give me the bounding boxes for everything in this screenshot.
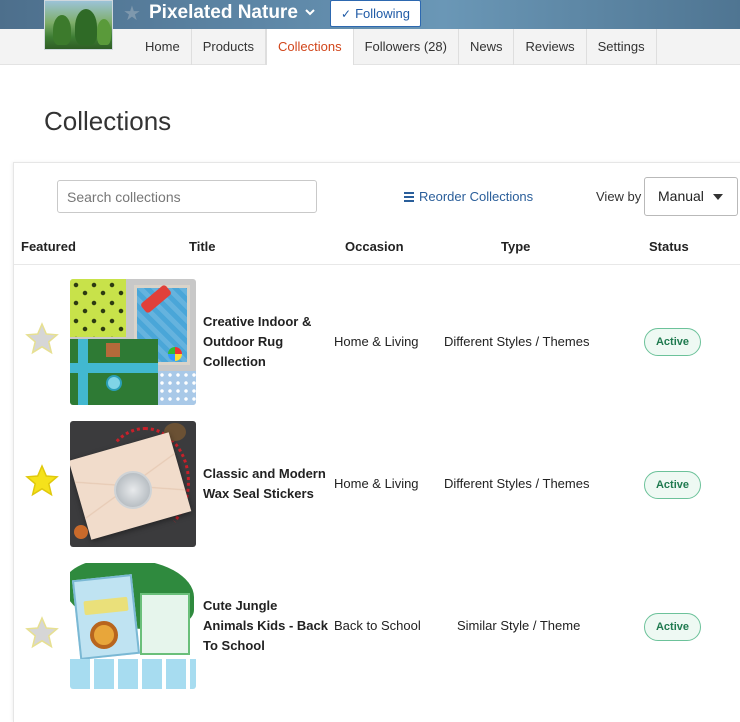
collection-type: Different Styles / Themes xyxy=(444,334,590,349)
following-label: Following xyxy=(355,6,410,21)
collection-occasion: Back to School xyxy=(334,618,421,633)
reorder-collections-link[interactable]: Reorder Collections xyxy=(404,189,533,204)
header-featured[interactable]: Featured xyxy=(21,239,76,254)
view-by-select[interactable]: Manual xyxy=(644,177,738,216)
collection-occasion: Home & Living xyxy=(334,476,419,491)
collection-thumbnail[interactable] xyxy=(70,421,196,547)
tab-reviews[interactable]: Reviews xyxy=(514,29,587,65)
tab-followers[interactable]: Followers (28) xyxy=(354,29,459,65)
status-badge: Active xyxy=(644,613,701,641)
collection-thumbnail[interactable] xyxy=(70,279,196,405)
reorder-icon xyxy=(404,192,414,202)
header-title[interactable]: Title xyxy=(189,239,216,254)
store-thumbnail[interactable] xyxy=(44,0,113,50)
table-row[interactable]: Cute Jungle Animals Kids - Back To Schoo… xyxy=(14,555,740,697)
collection-title[interactable]: Cute Jungle Animals Kids - Back To Schoo… xyxy=(203,596,331,656)
following-button[interactable]: ✓ Following xyxy=(330,0,421,27)
reorder-label: Reorder Collections xyxy=(419,189,534,204)
favorite-star-icon[interactable]: ★ xyxy=(123,3,141,25)
star-icon-featured[interactable] xyxy=(25,464,59,498)
tab-products[interactable]: Products xyxy=(192,29,266,65)
view-by-label: View by xyxy=(596,189,642,204)
tab-list: Home Products Collections Followers (28)… xyxy=(134,29,657,65)
search-input[interactable] xyxy=(57,180,317,213)
collection-occasion: Home & Living xyxy=(334,334,419,349)
tab-news[interactable]: News xyxy=(459,29,515,65)
header-type[interactable]: Type xyxy=(501,239,530,254)
header-status[interactable]: Status xyxy=(649,239,689,254)
status-badge: Active xyxy=(644,328,701,356)
collection-title[interactable]: Creative Indoor & Outdoor Rug Collection xyxy=(203,312,331,372)
header-divider xyxy=(14,264,740,265)
tree-shape xyxy=(75,9,97,45)
view-by-value: Manual xyxy=(658,188,704,204)
collection-title[interactable]: Classic and Modern Wax Seal Stickers xyxy=(203,464,331,504)
chevron-down-icon[interactable] xyxy=(303,5,317,19)
tab-collections[interactable]: Collections xyxy=(266,29,354,65)
star-icon-unfeatured[interactable] xyxy=(25,322,59,356)
tree-shape xyxy=(53,15,71,45)
tab-settings[interactable]: Settings xyxy=(587,29,657,65)
header-occasion[interactable]: Occasion xyxy=(345,239,404,254)
collection-thumbnail[interactable] xyxy=(70,563,196,689)
store-name[interactable]: Pixelated Nature xyxy=(149,2,298,24)
status-badge: Active xyxy=(644,471,701,499)
star-icon-unfeatured[interactable] xyxy=(25,616,59,650)
tab-home[interactable]: Home xyxy=(134,29,192,65)
collection-type: Similar Style / Theme xyxy=(457,618,581,633)
collection-type: Different Styles / Themes xyxy=(444,476,590,491)
tree-shape xyxy=(97,19,111,45)
table-row[interactable]: Creative Indoor & Outdoor Rug Collection… xyxy=(14,271,740,413)
table-row[interactable]: Classic and Modern Wax Seal Stickers Hom… xyxy=(14,413,740,555)
caret-down-icon xyxy=(713,194,723,200)
page-title: Collections xyxy=(44,106,172,136)
check-icon: ✓ xyxy=(341,7,352,21)
